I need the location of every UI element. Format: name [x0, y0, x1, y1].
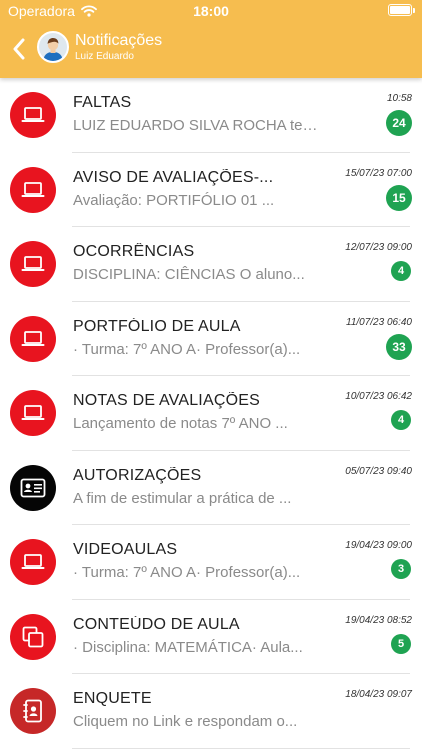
contacts-book-icon: [10, 688, 56, 734]
row-divider: [72, 747, 410, 749]
avatar[interactable]: [37, 31, 69, 63]
notification-time: 19/04/23 08:52: [345, 614, 412, 626]
notification-time: 19/04/23 09:00: [345, 540, 412, 551]
user-name: Luiz Eduardo: [75, 51, 134, 62]
notification-title: AUTORIZAÇÕES: [73, 466, 202, 484]
back-button[interactable]: [8, 36, 30, 62]
header: Operadora 18:00 Notificações Luiz Eduard…: [0, 0, 422, 78]
notification-title: FALTAS: [73, 94, 132, 111]
notification-preview: DISCIPLINA: CIÊNCIAS O aluno...: [73, 266, 305, 283]
notification-time: 10/07/23 06:42: [345, 391, 412, 402]
notification-time: 05/07/23 09:40: [345, 465, 412, 477]
notification-time: 15/07/23 07:00: [345, 167, 412, 179]
unread-count-badge: 4: [391, 410, 411, 430]
notification-row[interactable]: FALTAS LUIZ EDUARDO SILVA ROCHA teve ... 1…: [0, 78, 422, 153]
notification-preview: Avaliação: PORTIFÓLIO 01 ...: [73, 191, 275, 209]
notification-title: CONTEÚDO DE AULA: [73, 615, 240, 633]
unread-count-badge: 3: [391, 559, 411, 579]
chevron-left-icon: [13, 38, 25, 60]
unread-count-badge: 33: [386, 333, 412, 360]
notification-row[interactable]: PORTFÓLIO DE AULA · Turma: 7º ANO A· Prof…: [0, 302, 422, 376]
notification-row[interactable]: VIDEOAULAS · Turma: 7º ANO A· Professor(a…: [0, 525, 422, 600]
unread-count-badge: 15: [386, 184, 412, 211]
nav-bar: Notificações Luiz Eduardo: [0, 28, 422, 72]
notification-time: 10:58: [386, 93, 412, 104]
unread-count-badge: 24: [386, 110, 412, 136]
notification-row[interactable]: AVISO DE AVALIAÇÕES-... Avaliação: PORTIF…: [0, 153, 422, 227]
laptop-icon: [10, 92, 56, 138]
notification-preview: · Turma: 7º ANO A· Professor(a)...: [73, 340, 301, 358]
notification-preview: A fim de estimular a prática de ...: [73, 489, 292, 507]
notification-title: ENQUETE: [73, 690, 152, 707]
notification-list: FALTAS LUIZ EDUARDO SILVA ROCHA teve ... 1…: [0, 78, 422, 749]
notification-title: VIDEOAULAS: [73, 541, 178, 558]
notification-preview: · Disciplina: MATEMÁTICA· Aula...: [73, 638, 303, 656]
notification-title: NOTAS DE AVALIAÇÕES: [73, 392, 260, 409]
laptop-icon: [10, 539, 56, 585]
unread-count-badge: 5: [391, 633, 411, 654]
notification-row[interactable]: AUTORIZAÇÕES A fim de estimular a prática…: [0, 451, 422, 525]
nav-titles: Notificações Luiz Eduardo: [75, 31, 162, 63]
notification-row[interactable]: NOTAS DE AVALIAÇÕES Lançamento de notas 7…: [0, 376, 422, 451]
notification-title: PORTFÓLIO DE AULA: [73, 317, 241, 335]
page-title: Notificações: [75, 32, 163, 49]
status-bar: Operadora 18:00: [0, 0, 422, 22]
notification-preview: LUIZ EDUARDO SILVA ROCHA teve ...: [73, 117, 323, 134]
battery-icon: [388, 4, 415, 16]
notification-title: AVISO DE AVALIAÇÕES-...: [73, 168, 274, 186]
notification-time: 11/07/23 06:40: [346, 316, 412, 328]
laptop-icon: [10, 390, 56, 436]
unread-count-badge: 4: [391, 261, 411, 281]
notification-preview: Cliquem no Link e respondam o...: [73, 713, 298, 730]
notification-row[interactable]: OCORRÊNCIAS DISCIPLINA: CIÊNCIAS O aluno.…: [0, 227, 422, 302]
notification-preview: Lançamento de notas 7º ANO ...: [73, 415, 288, 432]
notifications-screen: Operadora 18:00 Notificações Luiz Eduard…: [0, 0, 422, 750]
notification-row[interactable]: ENQUETE Cliquem no Link e respondam o... 1…: [0, 674, 422, 749]
copy-icon: [10, 613, 56, 660]
notification-time: 18/04/23 09:07: [345, 689, 412, 700]
notification-row[interactable]: CONTEÚDO DE AULA · Disciplina: MATEMÁTICA…: [0, 600, 422, 674]
laptop-icon: [10, 166, 56, 213]
clock: 18:00: [193, 3, 229, 19]
laptop-icon: [10, 315, 56, 362]
notification-time: 12/07/23 09:00: [345, 242, 412, 253]
notification-preview: · Turma: 7º ANO A· Professor(a)...: [73, 564, 301, 581]
laptop-icon: [10, 241, 56, 287]
notification-title: OCORRÊNCIAS: [73, 243, 195, 260]
id-card-icon: [10, 464, 56, 511]
